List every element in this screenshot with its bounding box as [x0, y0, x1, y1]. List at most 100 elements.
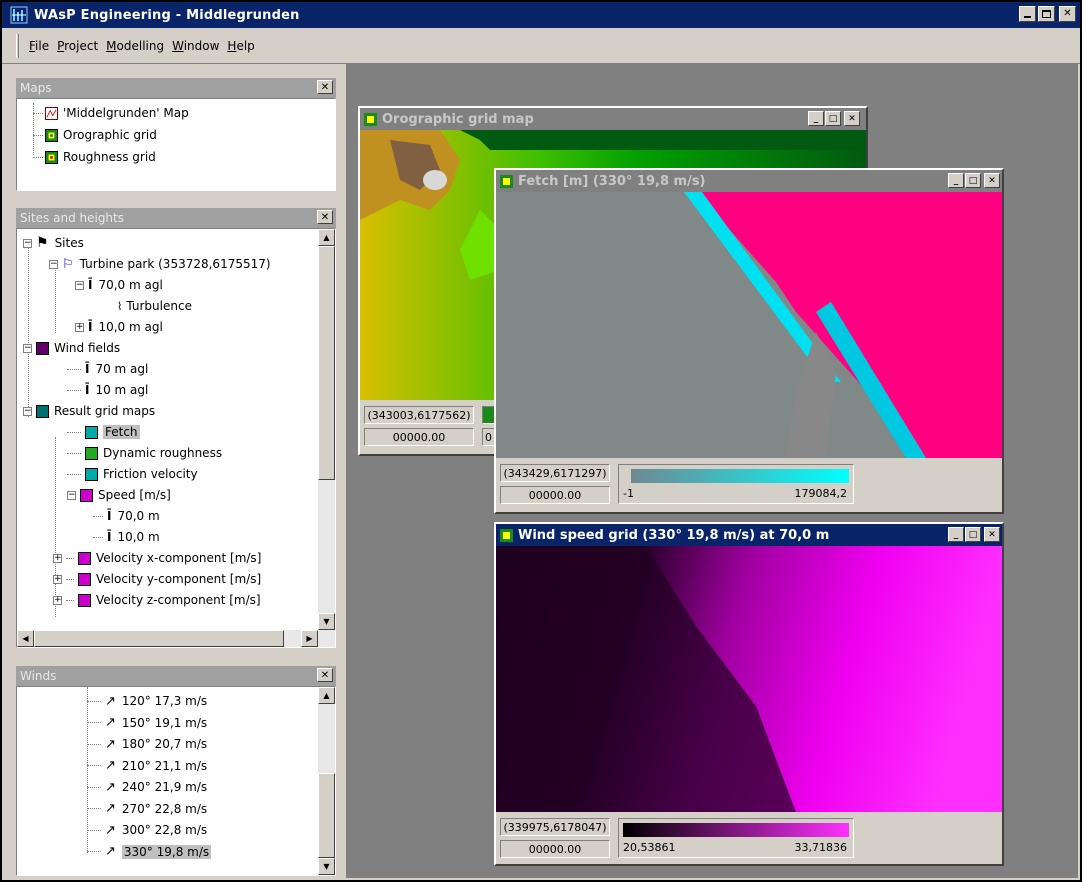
roughness-grid-icon — [85, 446, 98, 460]
menu-project[interactable]: Project — [53, 39, 102, 53]
wind-item[interactable]: ↗ 270° 22,8 m/s — [87, 799, 207, 819]
wind-arrow-icon: ↗ — [105, 715, 116, 730]
fetch-window-titlebar[interactable]: Fetch [m] (330° 19,8 m/s) _ □ ✕ — [496, 170, 1002, 192]
tree-item-turbine-park[interactable]: − ⚐ Turbine park (353728,6175517) — [49, 254, 271, 274]
coords-text: (343003,6177562) — [367, 408, 471, 422]
tree-item-speed-10[interactable]: Ī 10,0 m — [93, 527, 160, 547]
tree-item-height-70[interactable]: − Ī 70,0 m agl — [75, 275, 163, 295]
tree-item-height-10[interactable]: + Ī 10,0 m agl — [75, 317, 163, 337]
scroll-up-button[interactable]: ▲ — [318, 229, 335, 246]
tree-item-label: Result grid maps — [54, 404, 156, 418]
tree-item-dynamic-roughness[interactable]: Dynamic roughness — [67, 443, 222, 463]
sites-horizontal-scrollbar[interactable]: ◀ ▶ — [17, 630, 335, 647]
sites-panel-title: Sites and heights — [20, 211, 124, 225]
window-close-button[interactable]: ✕ — [984, 527, 1000, 542]
winds-vertical-scrollbar[interactable]: ▲ ▼ — [318, 687, 335, 875]
wind-speed-map-canvas[interactable] — [496, 546, 1002, 812]
window-maximize-button[interactable]: □ — [825, 111, 841, 126]
tree-item-label: 70,0 m — [117, 509, 160, 523]
wind-item[interactable]: ↗ 330° 19,8 m/s — [87, 842, 212, 862]
menu-file[interactable]: File — [25, 39, 53, 53]
window-maximize-button[interactable]: □ — [965, 527, 981, 542]
tree-item-result-grid-maps[interactable]: − Result grid maps — [23, 401, 155, 421]
wind-speed-window[interactable]: Wind speed grid (330° 19,8 m/s) at 70,0 … — [494, 522, 1004, 866]
tree-item-friction-velocity[interactable]: Friction velocity — [67, 464, 198, 484]
tree-item-wind-fields[interactable]: − Wind fields — [23, 338, 120, 358]
maps-panel-close-button[interactable]: ✕ — [317, 80, 333, 94]
wind-item-label: 150° 19,1 m/s — [121, 715, 208, 730]
result-grid-icon — [36, 404, 49, 418]
tree-item-velocity-y[interactable]: + Velocity y-component [m/s] — [53, 569, 261, 589]
tree-item-velocity-z[interactable]: + Velocity z-component [m/s] — [53, 590, 261, 610]
minimize-button[interactable] — [1019, 6, 1036, 22]
menu-window-accel: W — [172, 38, 184, 53]
tree-item-roughness-grid[interactable]: Roughness grid — [33, 147, 156, 167]
tree-connector — [87, 829, 101, 831]
collapse-toggle[interactable]: − — [75, 280, 84, 290]
tree-item-label: 'Middelgrunden' Map — [63, 106, 189, 120]
legend-max-label: 179084,2 — [794, 487, 848, 500]
expand-toggle[interactable]: + — [53, 595, 62, 605]
fetch-value-field: 00000.00 — [500, 486, 610, 504]
menu-project-label: roject — [64, 38, 99, 53]
tree-item-fetch[interactable]: Fetch — [67, 422, 140, 442]
tree-item-orographic-grid[interactable]: Orographic grid — [33, 125, 157, 145]
sites-panel-header: Sites and heights ✕ — [16, 208, 336, 228]
window-minimize-button[interactable]: _ — [948, 527, 964, 542]
tree-item-velocity-x[interactable]: + Velocity x-component [m/s] — [53, 548, 261, 568]
orographic-window-title: Orographic grid map — [382, 111, 534, 127]
close-icon: ✕ — [320, 669, 330, 681]
menu-window[interactable]: Window — [168, 39, 223, 53]
collapse-toggle[interactable]: − — [23, 406, 32, 416]
wind-speed-window-titlebar[interactable]: Wind speed grid (330° 19,8 m/s) at 70,0 … — [496, 524, 1002, 546]
close-button[interactable]: ✕ — [1059, 6, 1076, 22]
orographic-window-titlebar[interactable]: Orographic grid map _ □ ✕ — [360, 108, 866, 130]
legend-min-label: -1 — [623, 487, 634, 500]
window-minimize-button[interactable]: _ — [808, 111, 824, 126]
window-maximize-button[interactable]: □ — [965, 173, 981, 188]
tree-item-wf-70[interactable]: Ī 70 m agl — [67, 359, 148, 379]
scroll-thumb[interactable] — [318, 773, 335, 858]
tree-item-turbulence[interactable]: ⌇ Turbulence — [117, 296, 192, 316]
expand-toggle[interactable]: + — [53, 553, 62, 563]
wind-item[interactable]: ↗ 210° 21,1 m/s — [87, 756, 207, 776]
sites-vertical-scrollbar[interactable]: ▲ ▼ — [318, 229, 335, 630]
tree-item-sites[interactable]: − ⚑ Sites — [23, 233, 84, 253]
scroll-thumb[interactable] — [34, 630, 284, 647]
tree-item-wf-10[interactable]: Ī 10 m agl — [67, 380, 148, 400]
window-close-button[interactable]: ✕ — [844, 111, 860, 126]
grid-map-icon — [45, 150, 58, 164]
wind-item[interactable]: ↗ 120° 17,3 m/s — [87, 691, 207, 711]
collapse-toggle[interactable]: − — [23, 343, 32, 353]
wind-item[interactable]: ↗ 300° 22,8 m/s — [87, 820, 207, 840]
window-minimize-button[interactable]: _ — [948, 173, 964, 188]
wind-item[interactable]: ↗ 240° 21,9 m/s — [87, 777, 207, 797]
menu-modelling[interactable]: Modelling — [102, 39, 168, 53]
fetch-map-canvas[interactable] — [496, 192, 1002, 458]
wind-item[interactable]: ↗ 180° 20,7 m/s — [87, 734, 207, 754]
fetch-window[interactable]: Fetch [m] (330° 19,8 m/s) _ □ ✕ (343429,… — [494, 168, 1004, 514]
scroll-down-button[interactable]: ▼ — [318, 613, 335, 630]
scroll-up-button[interactable]: ▲ — [318, 687, 335, 704]
tree-item-speed[interactable]: − Speed [m/s] — [67, 485, 171, 505]
fetch-legend-gradient — [631, 469, 849, 483]
tree-item-speed-70[interactable]: Ī 70,0 m — [93, 506, 160, 526]
expand-toggle[interactable]: + — [75, 322, 84, 332]
menu-help[interactable]: Help — [223, 39, 258, 53]
scroll-down-button[interactable]: ▼ — [318, 858, 335, 875]
wind-item[interactable]: ↗ 150° 19,1 m/s — [87, 713, 207, 733]
collapse-toggle[interactable]: − — [67, 490, 76, 500]
sites-panel-close-button[interactable]: ✕ — [317, 210, 333, 224]
window-close-button[interactable]: ✕ — [984, 173, 1000, 188]
scroll-left-button[interactable]: ◀ — [17, 630, 34, 647]
tree-connector — [87, 808, 101, 809]
winds-panel-close-button[interactable]: ✕ — [317, 668, 333, 682]
collapse-toggle[interactable]: − — [49, 259, 58, 269]
tree-item-map[interactable]: 'Middelgrunden' Map — [33, 103, 189, 123]
scroll-right-button[interactable]: ▶ — [301, 630, 318, 647]
collapse-toggle[interactable]: − — [23, 238, 32, 248]
maximize-icon — [1042, 10, 1051, 18]
scroll-thumb[interactable] — [318, 246, 335, 480]
maximize-button[interactable] — [1038, 6, 1055, 22]
expand-toggle[interactable]: + — [53, 574, 62, 584]
